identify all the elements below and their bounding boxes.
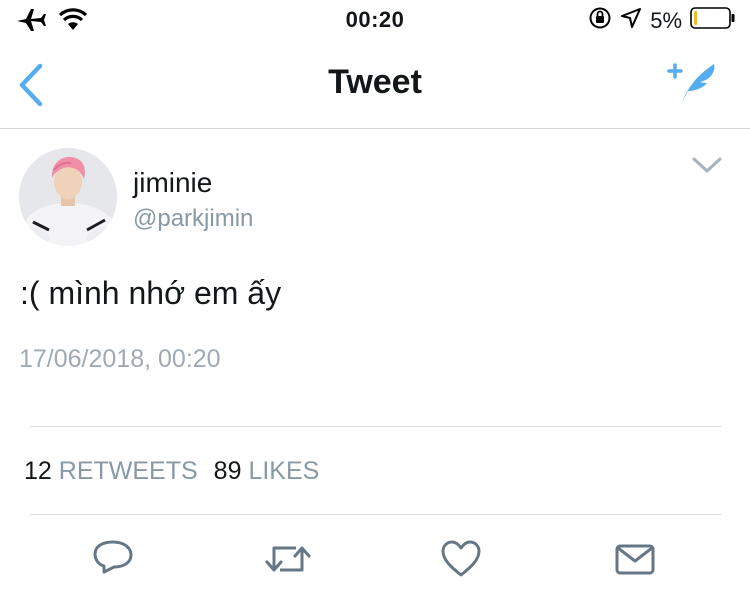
mail-icon <box>615 544 655 575</box>
compose-tweet-icon <box>667 63 715 102</box>
heart-icon <box>441 540 481 577</box>
battery-percent: 5% <box>650 7 682 33</box>
tweet-menu-button[interactable] <box>690 153 724 177</box>
page-title: Tweet <box>328 63 422 101</box>
retweet-icon <box>265 546 311 572</box>
status-right: 5% <box>588 6 736 35</box>
status-bar: 00:20 5% <box>0 0 750 40</box>
divider <box>30 514 721 515</box>
tweet-stats: 12 RETWEETS 89 LIKES <box>24 457 319 486</box>
reply-icon <box>93 540 133 574</box>
retweet-button[interactable] <box>264 538 312 580</box>
username[interactable]: @parkjimin <box>133 205 253 233</box>
divider <box>30 426 721 427</box>
reply-button[interactable] <box>92 538 134 580</box>
location-icon <box>620 7 642 34</box>
tweet-header: jiminie @parkjimin <box>0 129 750 259</box>
likes-stat[interactable]: 89 LIKES <box>214 457 320 486</box>
message-button[interactable] <box>614 538 656 580</box>
battery-icon <box>690 6 736 35</box>
tweet-text: :( mình nhớ em ấy <box>20 275 282 311</box>
likes-label: LIKES <box>248 457 320 485</box>
retweets-stat[interactable]: 12 RETWEETS <box>24 457 198 486</box>
orientation-lock-icon <box>588 6 612 35</box>
likes-count: 89 <box>213 457 242 485</box>
display-name[interactable]: jiminie <box>133 167 212 199</box>
like-button[interactable] <box>440 538 482 580</box>
retweets-count: 12 <box>24 457 52 485</box>
retweets-label: RETWEETS <box>58 457 198 485</box>
chevron-down-icon <box>692 157 722 173</box>
tweet-timestamp: 17/06/2018, 00:20 <box>19 345 221 373</box>
tweet-action-bar <box>0 530 750 590</box>
compose-tweet-button[interactable] <box>666 58 722 108</box>
avatar[interactable] <box>19 148 117 246</box>
navigation-bar: Tweet <box>0 40 750 129</box>
